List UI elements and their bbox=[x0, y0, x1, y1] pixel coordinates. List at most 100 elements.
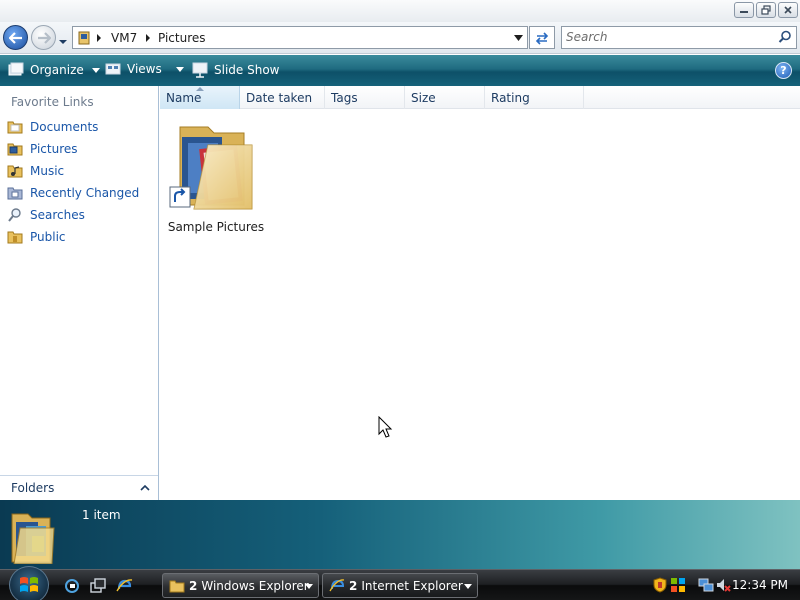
organize-icon bbox=[8, 62, 24, 78]
refresh-icon bbox=[535, 31, 549, 45]
minimize-icon bbox=[740, 11, 748, 13]
mouse-pointer-icon bbox=[378, 416, 393, 438]
column-header-label: Rating bbox=[491, 90, 530, 105]
folder-icon bbox=[169, 578, 185, 594]
internet-explorer-icon[interactable] bbox=[114, 576, 134, 596]
refresh-button[interactable] bbox=[529, 26, 555, 49]
chevron-down-icon bbox=[59, 40, 67, 44]
start-button[interactable] bbox=[9, 566, 49, 600]
column-header-date-taken[interactable]: Date taken bbox=[240, 86, 325, 109]
column-header-tags[interactable]: Tags bbox=[325, 86, 405, 109]
recently-changed-icon bbox=[6, 185, 23, 202]
internet-explorer-icon bbox=[329, 578, 345, 594]
forward-arrow-icon bbox=[37, 31, 51, 44]
slide-show-button[interactable]: Slide Show bbox=[192, 62, 279, 78]
organize-button[interactable]: Organize bbox=[8, 62, 100, 78]
window-controls bbox=[734, 2, 798, 18]
searches-icon bbox=[6, 207, 23, 224]
pictures-folder-icon bbox=[6, 141, 23, 158]
breadcrumb-pictures[interactable]: Pictures bbox=[158, 31, 206, 45]
column-headers: Name Date taken Tags Size Rating bbox=[160, 86, 800, 109]
search-icon[interactable] bbox=[778, 30, 792, 44]
public-folder-icon bbox=[6, 229, 23, 246]
sidebar-item-searches[interactable]: Searches bbox=[0, 204, 158, 226]
chevron-down-icon bbox=[305, 584, 313, 589]
chevron-up-icon bbox=[140, 484, 150, 491]
pictures-folder-icon bbox=[11, 513, 55, 564]
search-box[interactable] bbox=[561, 26, 797, 49]
breadcrumb-separator-icon bbox=[97, 34, 101, 42]
address-dropdown-icon[interactable] bbox=[514, 35, 523, 41]
views-button[interactable]: Views bbox=[105, 62, 184, 76]
switch-windows-icon[interactable] bbox=[88, 576, 108, 596]
taskbar-button-windows-explorer[interactable]: 2 Windows Explorer bbox=[162, 573, 319, 598]
shortcut-folder-icon bbox=[169, 126, 253, 210]
column-header-rating[interactable]: Rating bbox=[485, 86, 584, 109]
back-button[interactable] bbox=[3, 25, 28, 50]
sort-ascending-icon bbox=[196, 87, 204, 91]
organize-label: Organize bbox=[30, 63, 84, 77]
sidebar-item-pictures[interactable]: Pictures bbox=[0, 138, 158, 160]
favorite-links-header: Favorite Links bbox=[11, 95, 94, 109]
clock[interactable]: 12:34 PM bbox=[732, 578, 788, 592]
sidebar-item-label: Searches bbox=[30, 208, 85, 222]
back-arrow-icon bbox=[8, 31, 22, 44]
column-header-label: Size bbox=[411, 90, 436, 105]
file-list[interactable]: Sample Pictures bbox=[160, 109, 800, 500]
breadcrumb-vm7[interactable]: VM7 bbox=[111, 31, 137, 45]
column-header-name[interactable]: Name bbox=[160, 86, 240, 109]
close-button[interactable] bbox=[778, 2, 798, 18]
help-button[interactable]: ? bbox=[775, 62, 792, 79]
sidebar-item-music[interactable]: Music bbox=[0, 160, 158, 182]
network-icon[interactable] bbox=[698, 577, 714, 593]
details-pane: 1 item bbox=[0, 500, 800, 569]
volume-muted-icon[interactable] bbox=[715, 577, 731, 593]
minimize-button[interactable] bbox=[734, 2, 754, 18]
pictures-location-icon bbox=[78, 31, 90, 45]
quick-launch-ie-icon[interactable] bbox=[62, 576, 82, 596]
music-folder-icon bbox=[6, 163, 23, 180]
recent-pages-dropdown[interactable] bbox=[58, 34, 68, 48]
sidebar-item-label: Pictures bbox=[30, 142, 78, 156]
navigation-pane: Favorite Links Documents Pictures Music … bbox=[0, 86, 159, 500]
forward-button[interactable] bbox=[31, 25, 56, 50]
slide-show-icon bbox=[192, 62, 208, 78]
taskbar: 2 Windows Explorer 2 Internet Explorer 1… bbox=[0, 566, 800, 600]
window-count: 2 bbox=[349, 578, 358, 593]
slide-show-label: Slide Show bbox=[214, 63, 280, 77]
column-header-label: Date taken bbox=[246, 90, 313, 105]
favorite-links-list: Documents Pictures Music Recently Change… bbox=[0, 116, 158, 248]
folders-label: Folders bbox=[11, 481, 55, 495]
taskbar-button-label: Windows Explorer bbox=[201, 578, 309, 593]
views-label: Views bbox=[127, 62, 162, 76]
sidebar-item-recently-changed[interactable]: Recently Changed bbox=[0, 182, 158, 204]
notification-area: 12:34 PM bbox=[645, 570, 800, 600]
chevron-down-icon bbox=[175, 66, 184, 72]
security-shield-icon[interactable] bbox=[653, 577, 667, 593]
title-bar[interactable] bbox=[0, 0, 800, 22]
item-count: 1 item bbox=[82, 508, 121, 522]
window-count: 2 bbox=[189, 578, 198, 593]
breadcrumb-separator-icon bbox=[146, 34, 150, 42]
navigation-bar: VM7 Pictures bbox=[0, 22, 800, 54]
sidebar-item-label: Public bbox=[30, 230, 66, 244]
command-bar: Organize Views Slide Show ? bbox=[0, 55, 800, 86]
address-bar[interactable]: VM7 Pictures bbox=[72, 26, 528, 49]
file-item[interactable]: Sample Pictures bbox=[166, 117, 266, 234]
windows-update-icon[interactable] bbox=[670, 577, 686, 593]
sidebar-item-label: Recently Changed bbox=[30, 186, 140, 200]
chevron-down-icon bbox=[91, 67, 100, 73]
folders-toggle[interactable]: Folders bbox=[0, 475, 158, 500]
chevron-down-icon bbox=[464, 584, 472, 589]
maximize-button[interactable] bbox=[756, 2, 776, 18]
help-icon: ? bbox=[780, 64, 787, 77]
sidebar-item-public[interactable]: Public bbox=[0, 226, 158, 248]
column-header-size[interactable]: Size bbox=[405, 86, 485, 109]
search-input[interactable] bbox=[566, 30, 766, 44]
taskbar-button-internet-explorer[interactable]: 2 Internet Explorer bbox=[322, 573, 478, 598]
sidebar-item-documents[interactable]: Documents bbox=[0, 116, 158, 138]
taskbar-button-label: Internet Explorer bbox=[361, 578, 463, 593]
sidebar-item-label: Documents bbox=[30, 120, 99, 134]
close-icon bbox=[784, 6, 792, 14]
windows-logo-icon bbox=[20, 577, 38, 592]
